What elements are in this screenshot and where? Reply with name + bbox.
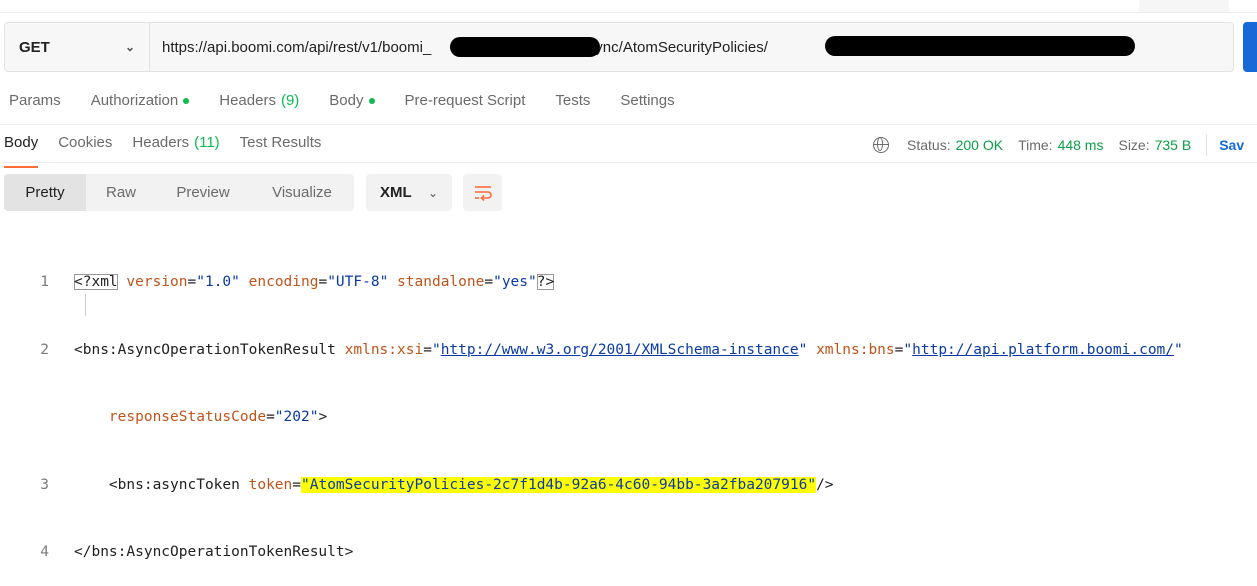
size-value[interactable]: 735 B	[1155, 137, 1192, 153]
format-select[interactable]: XML ⌄	[366, 174, 452, 211]
globe-icon[interactable]	[873, 137, 889, 153]
modified-dot	[368, 97, 375, 104]
code-line: 1 <?xml version="1.0" encoding="UTF-8" s…	[0, 271, 1183, 294]
divider	[0, 124, 1257, 125]
tab-authorization[interactable]: Authorization	[91, 92, 190, 109]
tab-label: Body	[329, 92, 364, 109]
request-url-bar: GET ⌄ https://api.boomi.com/api/rest/v1/…	[4, 22, 1234, 72]
attr-value: "UTF-8"	[327, 274, 389, 290]
line-number: 1	[40, 274, 49, 290]
response-tabs: Body Cookies Headers (11) Test Results	[4, 134, 341, 168]
url-input[interactable]: https://api.boomi.com/api/rest/v1/boomi_…	[150, 23, 1233, 71]
attr-name: encoding	[248, 274, 319, 290]
modified-dot	[183, 97, 190, 104]
tab-stub[interactable]	[1139, 0, 1229, 12]
url-text-middle: /async/AtomSecurityPolicies/	[575, 38, 768, 56]
method-select[interactable]: GET ⌄	[5, 23, 150, 71]
tab-tests[interactable]: Tests	[555, 92, 590, 109]
time-value[interactable]: 448 ms	[1058, 137, 1104, 153]
tab-response-headers[interactable]: Headers (11)	[132, 134, 219, 162]
line-number: 4	[40, 544, 49, 560]
tab-label: Pre-request Script	[404, 92, 526, 109]
status-value[interactable]: 200 OK	[956, 137, 1003, 153]
child-close-tag: />	[816, 476, 834, 493]
tab-label: Headers	[132, 134, 190, 151]
send-button[interactable]	[1243, 22, 1257, 72]
format-label: XML	[380, 184, 412, 201]
root-close-tag: </bns:AsyncOperationTokenResult>	[74, 544, 354, 560]
tab-cookies[interactable]: Cookies	[58, 134, 112, 162]
tab-settings[interactable]: Settings	[620, 92, 674, 109]
attr-name: version	[126, 274, 188, 290]
wrap-lines-icon	[474, 185, 492, 201]
attr-value: "yes"	[493, 274, 537, 290]
indent-guide	[85, 294, 86, 316]
tab-pre-request-script[interactable]: Pre-request Script	[405, 92, 526, 109]
tab-label: Params	[9, 92, 61, 109]
xsi-link[interactable]: http://www.w3.org/2001/XMLSchema-instanc…	[441, 342, 799, 358]
divider	[1206, 134, 1208, 156]
view-pretty[interactable]: Pretty	[4, 174, 86, 211]
line-number: 3	[40, 476, 49, 493]
attr-name: token	[248, 476, 293, 493]
method-label: GET	[19, 38, 50, 56]
tab-count: (11)	[194, 134, 220, 151]
view-mode-switch: Pretty Raw Preview Visualize	[4, 174, 354, 211]
tab-label: Body	[4, 134, 39, 151]
attr-name: standalone	[397, 274, 485, 290]
attr-name: responseStatusCode	[108, 409, 267, 425]
attr-name: xmlns:xsi	[344, 341, 424, 358]
line-number: 2	[40, 341, 49, 358]
tab-label: Headers	[219, 92, 276, 109]
code-line: responseStatusCode="202">	[108, 409, 328, 425]
response-status-bar: Status: 200 OK Time: 448 ms Size: 735 B …	[873, 134, 1244, 156]
chevron-down-icon: ⌄	[124, 40, 135, 54]
attr-value: "1.0"	[196, 274, 240, 290]
attr-value: "202"	[274, 409, 319, 425]
tab-label: Cookies	[58, 134, 113, 151]
tab-body[interactable]: Body	[329, 92, 375, 109]
tab-label: Settings	[620, 92, 675, 109]
tab-label: Tests	[555, 92, 591, 109]
xml-decl-open: <?xml	[74, 274, 118, 290]
child-open-tag: <bns:asyncToken	[108, 476, 240, 493]
attr-name: xmlns:bns	[816, 341, 895, 358]
tab-label: Test Results	[239, 134, 322, 151]
wrap-lines-button[interactable]	[463, 174, 502, 211]
bns-link[interactable]: http://api.platform.boomi.com/	[912, 342, 1174, 358]
response-code-view[interactable]: 1 <?xml version="1.0" encoding="UTF-8" s…	[0, 226, 1183, 586]
async-token-value: AtomSecurityPolicies-2c7f1d4b-92a6-4c60-…	[309, 476, 808, 493]
redaction-mark	[450, 37, 600, 57]
tab-label: Authorization	[90, 92, 179, 109]
view-preview[interactable]: Preview	[156, 174, 250, 211]
save-response-button[interactable]: Sav	[1219, 137, 1244, 153]
tab-test-results[interactable]: Test Results	[240, 134, 322, 162]
tab-response-body[interactable]: Body	[4, 134, 39, 168]
tab-count: (9)	[280, 92, 300, 109]
code-line: 3 <bns:asyncToken token="AtomSecurityPol…	[0, 474, 1183, 497]
request-tabs: Params Authorization Headers (9) Body Pre…	[9, 92, 705, 109]
divider	[0, 162, 1257, 163]
status-label: Status:	[907, 137, 951, 153]
tab-params[interactable]: Params	[9, 92, 61, 109]
xml-decl-close: ?>	[536, 274, 555, 290]
root-open-tag: <bns:AsyncOperationTokenResult	[74, 341, 336, 358]
tab-headers[interactable]: Headers (9)	[219, 92, 299, 109]
url-text-start: https://api.boomi.com/api/rest/v1/boomi_	[162, 38, 432, 56]
view-raw[interactable]: Raw	[86, 174, 156, 211]
redaction-mark	[825, 36, 1135, 56]
window-top-strip	[0, 0, 1257, 13]
time-label: Time:	[1018, 137, 1053, 153]
view-visualize[interactable]: Visualize	[250, 174, 354, 211]
code-line: 2 <bns:AsyncOperationTokenResult xmlns:x…	[0, 339, 1183, 362]
chevron-down-icon: ⌄	[427, 185, 438, 200]
size-label: Size:	[1118, 137, 1150, 153]
code-line: 4 </bns:AsyncOperationTokenResult>	[0, 541, 1183, 564]
